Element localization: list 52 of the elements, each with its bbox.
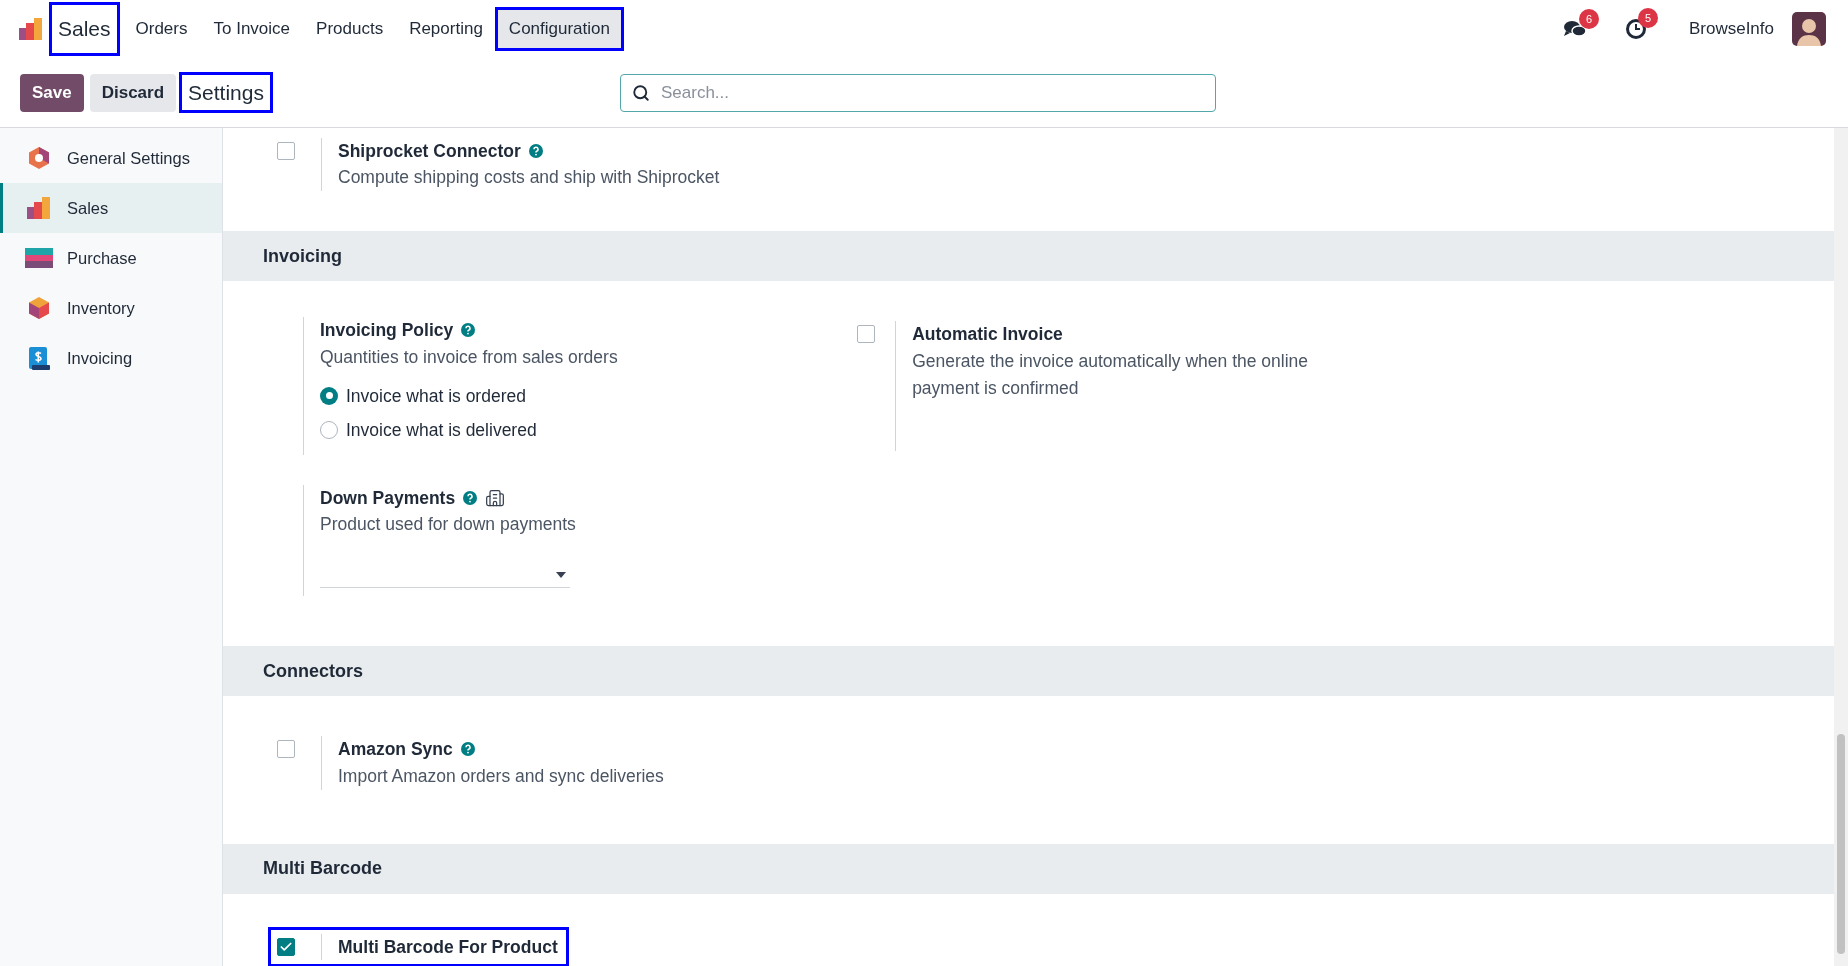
- section-header: Invoicing: [223, 231, 1834, 282]
- setting-title: Multi Barcode For Product: [338, 935, 558, 959]
- checkbox[interactable]: [857, 325, 875, 344]
- page-title: Settings: [182, 74, 270, 111]
- setting-title: Down Payments: [320, 487, 456, 510]
- search-field[interactable]: Search...: [619, 73, 1216, 112]
- setting-title: Invoicing Policy: [320, 319, 454, 343]
- setting-description: Import Amazon orders and sync deliveries: [338, 764, 664, 788]
- setting-title: Amazon Sync: [338, 738, 453, 762]
- checkbox[interactable]: [277, 740, 295, 759]
- sidebar-item[interactable]: Sales: [0, 183, 222, 233]
- sidebar-item[interactable]: General Settings: [0, 133, 222, 183]
- radio-button[interactable]: [320, 386, 338, 405]
- sidebar-item[interactable]: Inventory: [0, 283, 222, 333]
- building-icon: [485, 488, 506, 509]
- menu-item[interactable]: Products: [305, 10, 395, 48]
- notification-badge: 5: [1637, 8, 1658, 28]
- setting-title: Automatic Invoice: [912, 323, 1063, 347]
- radio-button[interactable]: [320, 420, 338, 439]
- action-button[interactable]: Save: [20, 73, 84, 112]
- user-name[interactable]: BrowseInfo: [1688, 16, 1774, 42]
- sidebar-item[interactable]: Purchase: [0, 233, 222, 283]
- menu-item[interactable]: To Invoice: [202, 10, 302, 48]
- checkbox[interactable]: [277, 937, 295, 956]
- checkbox[interactable]: [277, 142, 295, 160]
- clock-icon[interactable]: [1624, 18, 1647, 40]
- action-button[interactable]: Discard: [89, 73, 177, 112]
- setting-description: Compute shipping costs and ship with Shiprocket: [338, 166, 720, 190]
- section-header: Connectors: [223, 646, 1834, 697]
- radio-label: Invoice what is ordered: [346, 384, 526, 408]
- notification-badge: 6: [1578, 9, 1599, 29]
- invoice-icon: [27, 345, 51, 371]
- sidebar-item[interactable]: Invoicing: [0, 333, 222, 383]
- bar-chart-icon: [18, 17, 44, 41]
- app-name[interactable]: Sales: [52, 5, 117, 53]
- setting-title: Shiprocket Connector: [338, 140, 521, 163]
- scrollbar[interactable]: [1834, 128, 1848, 966]
- menu-item[interactable]: Orders: [124, 10, 199, 48]
- menu-item[interactable]: Configuration: [497, 10, 621, 48]
- search-icon: [631, 83, 650, 102]
- radio-label: Invoice what is delivered: [346, 418, 537, 442]
- menu-item[interactable]: Reporting: [398, 10, 494, 48]
- caret-icon: [556, 571, 566, 578]
- card-icon: [25, 248, 53, 268]
- setting-description: Generate the invoice automatically when the online payment is confirmed: [912, 349, 1310, 400]
- bar-chart-icon: [26, 196, 52, 220]
- box-icon: [27, 296, 51, 320]
- setting-description: Product used for down payments: [320, 513, 576, 537]
- setting-description: Quantities to invoice from sales orders: [320, 345, 618, 369]
- section-header: Multi Barcode: [223, 843, 1834, 894]
- avatar-icon[interactable]: [1792, 12, 1826, 46]
- hexagon-icon: [27, 146, 51, 170]
